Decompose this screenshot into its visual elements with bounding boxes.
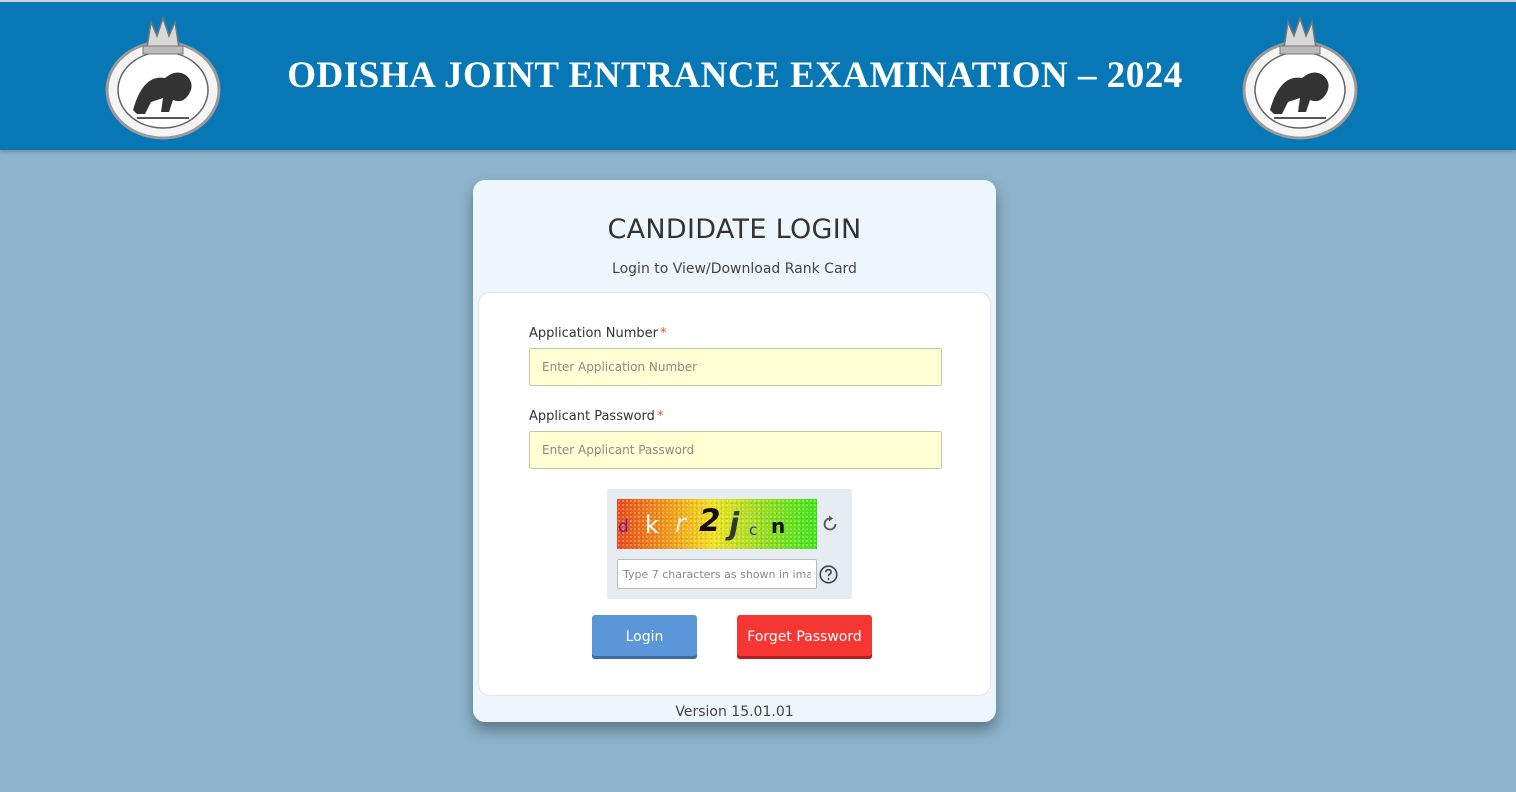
captcha-char: 2 (699, 503, 721, 539)
login-title: CANDIDATE LOGIN (607, 214, 862, 245)
applicant-password-label: Applicant Password * (529, 409, 663, 424)
site-header: ODISHA JOINT ENTRANCE EXAMINATION – 2024 (0, 0, 1516, 150)
captcha-char: d (618, 517, 629, 537)
version-label: Version 15.01.01 (675, 704, 794, 720)
odisha-state-emblem-icon (1242, 15, 1358, 140)
captcha-char: c (749, 521, 758, 539)
login-subtitle: Login to View/Download Rank Card (612, 261, 857, 277)
captcha-input[interactable] (617, 559, 817, 589)
captcha-panel: d k r 2 j c n (607, 489, 852, 599)
login-card: CANDIDATE LOGIN Login to View/Download R… (473, 180, 996, 722)
forget-password-button[interactable]: Forget Password (737, 615, 872, 659)
captcha-char: n (771, 514, 786, 538)
captcha-char: j (729, 507, 740, 542)
login-button[interactable]: Login (592, 615, 697, 659)
application-number-label-text: Application Number (529, 326, 658, 341)
applicant-password-label-text: Applicant Password (529, 409, 655, 424)
refresh-icon[interactable] (820, 514, 840, 534)
captcha-char: r (675, 509, 686, 539)
odisha-state-emblem-icon (105, 15, 221, 140)
help-icon[interactable] (819, 565, 838, 584)
required-mark: * (660, 326, 667, 341)
captcha-image: d k r 2 j c n (617, 499, 817, 549)
login-form: Application Number* Applicant Password* … (478, 292, 991, 696)
required-mark: * (656, 409, 664, 424)
application-number-input[interactable] (529, 348, 942, 386)
applicant-password-input[interactable] (529, 431, 942, 469)
captcha-char: k (645, 511, 659, 539)
page-title: ODISHA JOINT ENTRANCE EXAMINATION – 2024 (287, 55, 1183, 96)
application-number-label: Application Number * (529, 326, 667, 341)
